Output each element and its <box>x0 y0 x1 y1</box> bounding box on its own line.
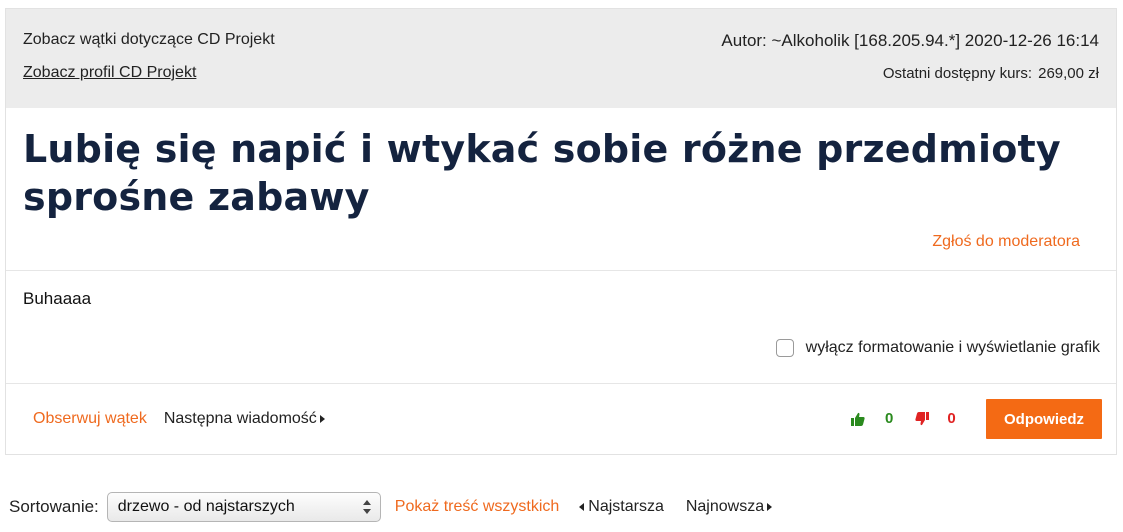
threads-link[interactable]: Zobacz wątki dotyczące CD Projekt <box>23 31 275 49</box>
post-header: Zobacz wątki dotyczące CD Projekt Zobacz… <box>6 9 1116 108</box>
caret-right-icon <box>767 503 773 511</box>
reply-button[interactable]: Odpowiedz <box>986 399 1102 439</box>
price-value: 269,00 zł <box>1038 65 1099 82</box>
last-price: Ostatni dostępny kurs: 269,00 zł <box>883 65 1099 82</box>
caret-left-icon <box>579 503 585 511</box>
oldest-link[interactable]: Najstarsza <box>579 498 664 516</box>
sort-label: Sortowanie: <box>9 497 99 516</box>
votes-down-count: 0 <box>947 410 956 427</box>
next-message-link[interactable]: Następna wiadomość <box>164 410 325 428</box>
divider <box>6 383 1116 384</box>
vote-bar: 0 0 <box>851 410 956 427</box>
next-message-label: Następna wiadomość <box>163 410 317 427</box>
caret-right-icon <box>319 415 325 423</box>
sort-bar: Sortowanie: drzewo - od najstarszych Pok… <box>9 492 773 522</box>
select-arrows-icon <box>362 500 371 514</box>
newest-label: Najnowsza <box>685 498 765 515</box>
post-title: Lubię się napić i wtykać sobie różne prz… <box>23 127 1061 219</box>
sort-selected-value: drzewo - od najstarszych <box>117 498 295 515</box>
newest-link[interactable]: Najnowsza <box>685 498 773 516</box>
format-toggle-label: wyłącz formatowanie i wyświetlanie grafi… <box>805 339 1100 356</box>
author-line: Autor: ~Alkoholik [168.205.94.*] 2020-12… <box>721 31 1099 50</box>
profile-link[interactable]: Zobacz profil CD Projekt <box>23 64 196 82</box>
price-label: Ostatni dostępny kurs: <box>882 65 1033 82</box>
watch-thread-link[interactable]: Obserwuj wątek <box>33 410 147 428</box>
show-all-content-link[interactable]: Pokaż treść wszystkich <box>395 498 559 516</box>
sort-select[interactable]: drzewo - od najstarszych <box>106 492 381 522</box>
post-card: Zobacz wątki dotyczące CD Projekt Zobacz… <box>5 8 1117 455</box>
divider <box>6 270 1116 271</box>
post-body: Buhaaaa <box>23 289 92 308</box>
format-toggle[interactable]: wyłącz formatowanie i wyświetlanie grafi… <box>775 339 1100 357</box>
thumb-up-icon[interactable] <box>851 412 865 426</box>
report-to-moderator-link[interactable]: Zgłoś do moderatora <box>932 233 1080 251</box>
votes-up-count: 0 <box>885 410 894 427</box>
oldest-label: Najstarsza <box>588 498 664 515</box>
post-actions: Obserwuj wątek Następna wiadomość <box>33 410 325 428</box>
thumb-down-icon[interactable] <box>913 411 930 426</box>
format-checkbox[interactable] <box>775 339 794 357</box>
